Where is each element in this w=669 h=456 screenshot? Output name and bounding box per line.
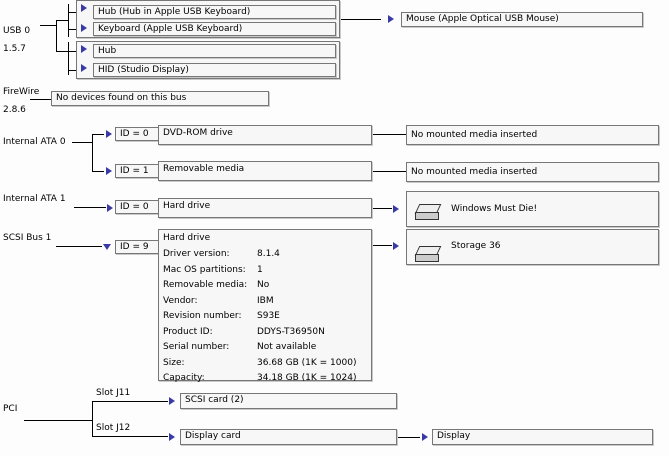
device-id: ID = 0 — [120, 129, 149, 139]
pci-display-card[interactable]: Display card — [180, 429, 397, 445]
ata1-volume-windows[interactable]: Windows Must Die! — [406, 191, 659, 227]
detail-key: Driver version: — [163, 249, 230, 259]
detail-value: 36.68 GB (1K = 1000) — [257, 357, 357, 368]
detail-value: S93E — [257, 311, 280, 321]
detail-key: Capacity: — [163, 373, 205, 383]
pci-slot-j12-label: Slot J12 — [96, 423, 131, 433]
device-label: HID (Studio Display) — [98, 65, 189, 75]
usb-device-hub[interactable]: Hub — [93, 44, 336, 58]
device-label: Keyboard (Apple USB Keyboard) — [98, 24, 243, 34]
device-label: Hard drive — [163, 201, 211, 211]
detail-key: Mac OS partitions: — [163, 264, 246, 275]
detail-value: IBM — [257, 295, 274, 306]
ata1-bus-label: Internal ATA 1 — [3, 194, 66, 204]
disclosure-triangle-icon[interactable] — [388, 15, 394, 23]
volume-name: Storage 36 — [451, 241, 501, 251]
detail-key: Size: — [163, 357, 185, 368]
detail-row: Serial number: Not available — [163, 341, 363, 354]
scsi-hard-drive-details[interactable]: Hard drive Driver version: 8.1.4 Mac OS pa… — [158, 229, 372, 383]
detail-key: Removable media: — [163, 280, 248, 290]
scsi-id-9: ID = 9 — [115, 240, 160, 254]
usb-bus-version: 1.5.7 — [3, 44, 26, 54]
firewire-bus-label: FireWire — [3, 87, 40, 97]
detail-value: 34.18 GB (1K = 1024) — [257, 373, 357, 383]
usb-device-mouse[interactable]: Mouse (Apple Optical USB Mouse) — [401, 12, 643, 27]
device-label: Hub — [98, 46, 117, 56]
usb-device-keyboard[interactable]: Keyboard (Apple USB Keyboard) — [93, 22, 336, 36]
device-label: Hub (Hub in Apple USB Keyboard) — [98, 7, 251, 17]
detail-row: Revision number: S93E — [163, 310, 363, 323]
firewire-bus-version: 2.8.6 — [3, 105, 26, 115]
scsi-bus-label: SCSI Bus 1 — [3, 233, 52, 243]
disclosure-triangle-icon[interactable] — [106, 130, 112, 138]
pci-scsi-card[interactable]: SCSI card (2) — [180, 393, 397, 409]
detail-key: Vendor: — [163, 295, 198, 306]
hard-drive-icon — [414, 204, 442, 220]
ata0-id-0: ID = 0 — [115, 127, 160, 141]
device-tree-view: USB 0 1.5.7 Hub (Hub in Apple USB Keyboa… — [0, 0, 669, 456]
ata0-bus-label: Internal ATA 0 — [3, 137, 66, 147]
device-label: SCSI card (2) — [185, 395, 244, 405]
usb-device-hid-display[interactable]: HID (Studio Display) — [93, 63, 336, 77]
detail-value: DDYS-T36950N — [257, 326, 325, 337]
ata0-dvd-rom-drive[interactable]: DVD-ROM drive — [158, 125, 372, 145]
detail-row: Capacity: 34.18 GB (1K = 1024) — [163, 372, 363, 385]
disclosure-triangle-expanded-icon[interactable] — [103, 244, 111, 250]
detail-value: No — [257, 280, 270, 290]
disclosure-triangle-icon[interactable] — [422, 433, 428, 441]
scsi-volume-storage[interactable]: Storage 36 — [406, 229, 659, 265]
detail-row: Size: 36.68 GB (1K = 1000) — [163, 357, 363, 370]
pci-bus-label: PCI — [3, 404, 18, 414]
detail-key: Serial number: — [163, 342, 230, 352]
status-text: No devices found on this bus — [56, 93, 187, 103]
detail-value: 1 — [257, 264, 263, 275]
disclosure-triangle-icon[interactable] — [81, 45, 87, 53]
disclosure-triangle-icon[interactable] — [393, 242, 399, 250]
detail-row: Vendor: IBM — [163, 295, 363, 308]
ata0-dvd-media-status: No mounted media inserted — [406, 125, 659, 145]
device-id: ID = 1 — [120, 166, 149, 176]
ata1-id-0: ID = 0 — [115, 200, 160, 214]
firewire-status-box: No devices found on this bus — [51, 91, 269, 106]
device-label: Display card — [185, 431, 241, 441]
pci-display-device[interactable]: Display — [432, 429, 653, 445]
detail-row: Product ID: DDYS-T36950N — [163, 326, 363, 339]
disclosure-triangle-icon[interactable] — [169, 433, 175, 441]
detail-key: Product ID: — [163, 326, 213, 337]
disclosure-triangle-icon[interactable] — [169, 397, 175, 405]
device-label: Hard drive — [163, 233, 211, 243]
usb-device-hub-keyboard[interactable]: Hub (Hub in Apple USB Keyboard) — [93, 5, 336, 19]
disclosure-triangle-icon[interactable] — [107, 204, 113, 212]
disclosure-triangle-icon[interactable] — [106, 167, 112, 175]
device-label: Mouse (Apple Optical USB Mouse) — [406, 14, 559, 24]
disclosure-triangle-icon[interactable] — [393, 205, 399, 213]
device-id: ID = 9 — [120, 242, 149, 252]
disclosure-triangle-icon[interactable] — [81, 24, 87, 32]
disclosure-triangle-icon[interactable] — [81, 64, 87, 72]
volume-name: Windows Must Die! — [451, 204, 538, 214]
device-label: DVD-ROM drive — [163, 128, 233, 138]
ata0-removable-media[interactable]: Removable media — [158, 161, 372, 181]
device-label: Removable media — [163, 164, 245, 174]
ata1-hard-drive[interactable]: Hard drive — [158, 198, 372, 218]
ata0-removable-media-status: No mounted media inserted — [406, 162, 659, 182]
status-text: No mounted media inserted — [411, 130, 538, 140]
disclosure-triangle-icon[interactable] — [81, 4, 87, 12]
ata0-id-1: ID = 1 — [115, 164, 160, 178]
detail-row: Driver version: 8.1.4 — [163, 248, 363, 261]
device-label: Display — [437, 431, 471, 441]
detail-value: Not available — [257, 342, 317, 352]
detail-row: Removable media: No — [163, 279, 363, 292]
status-text: No mounted media inserted — [411, 167, 538, 177]
detail-key: Revision number: — [163, 311, 242, 321]
pci-slot-j11-label: Slot J11 — [96, 388, 131, 398]
detail-row: Mac OS partitions: 1 — [163, 264, 363, 277]
detail-value: 8.1.4 — [257, 249, 280, 259]
usb-bus-label: USB 0 — [3, 26, 31, 36]
hard-drive-icon — [414, 246, 442, 262]
device-id: ID = 0 — [120, 202, 149, 212]
